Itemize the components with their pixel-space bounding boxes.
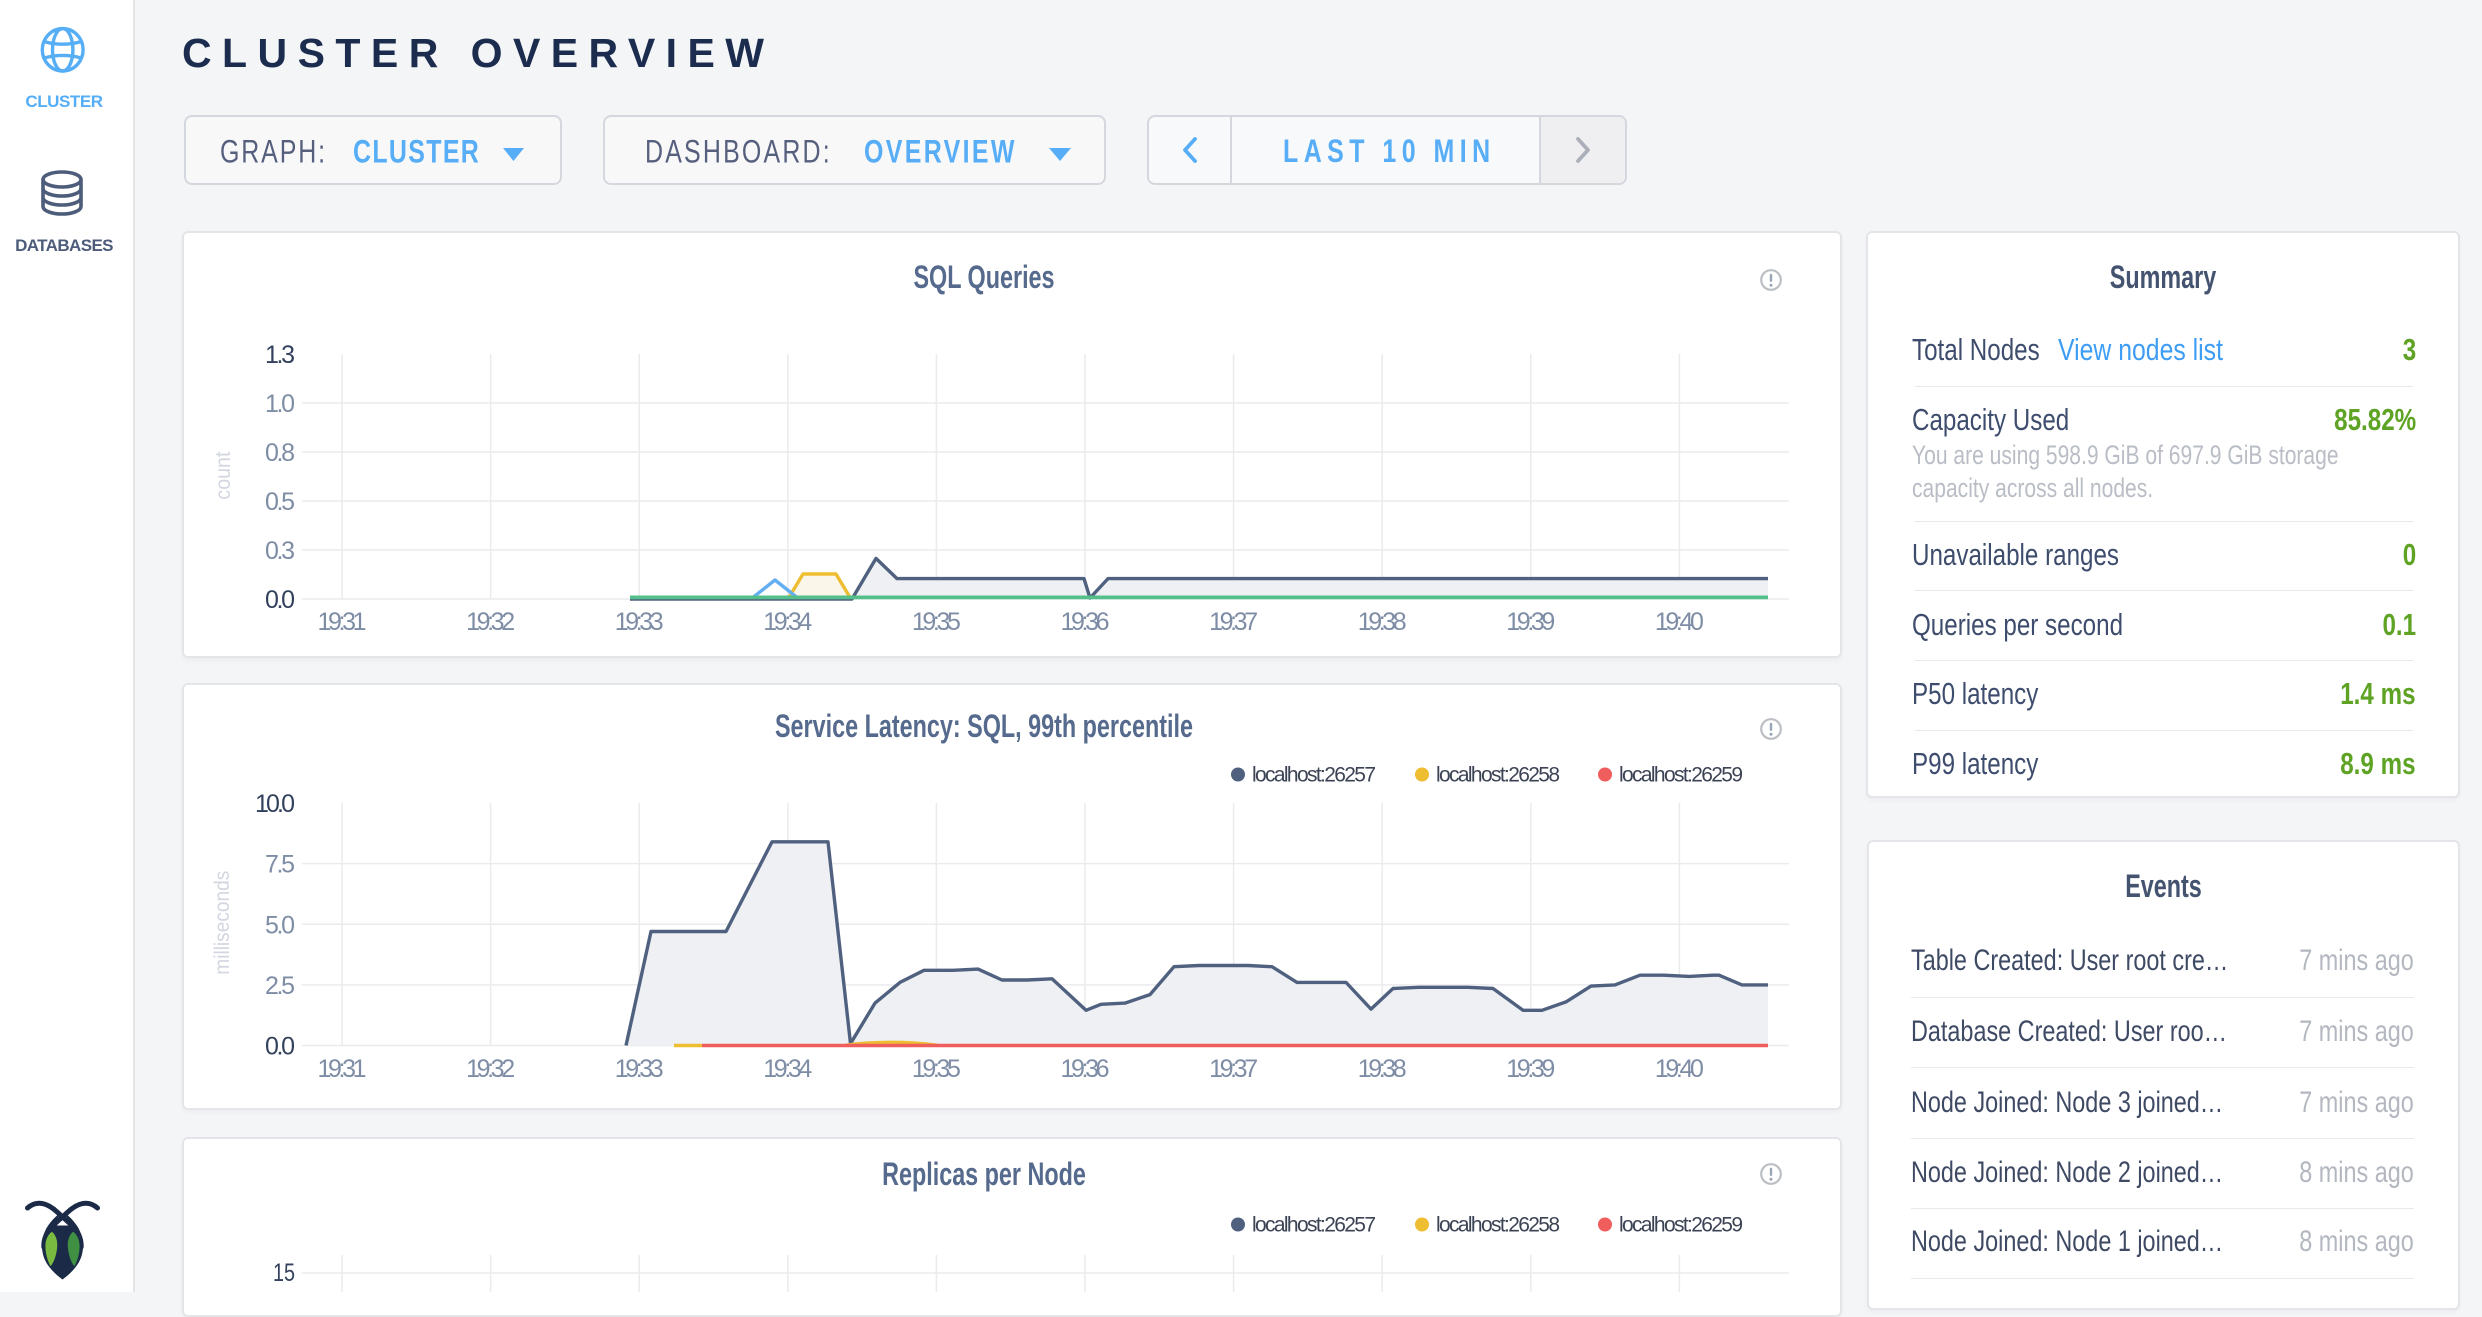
- svg-text:19:37: 19:37: [1209, 1055, 1258, 1083]
- svg-text:19:38: 19:38: [1358, 1055, 1407, 1083]
- svg-text:0.0: 0.0: [265, 586, 295, 614]
- svg-text:19:39: 19:39: [1506, 1055, 1555, 1083]
- svg-text:5.0: 5.0: [265, 911, 295, 939]
- svg-text:19:34: 19:34: [763, 1055, 812, 1083]
- svg-text:19:40: 19:40: [1655, 608, 1704, 636]
- svg-text:localhost:26258: localhost:26258: [1436, 764, 1560, 787]
- svg-text:localhost:26258: localhost:26258: [1436, 1214, 1560, 1237]
- svg-text:19:31: 19:31: [318, 1055, 367, 1083]
- svg-text:1.0: 1.0: [265, 390, 295, 418]
- svg-text:19:38: 19:38: [1358, 608, 1407, 636]
- svg-text:0.8: 0.8: [265, 439, 295, 467]
- svg-text:19:39: 19:39: [1506, 608, 1555, 636]
- svg-text:19:32: 19:32: [466, 1055, 515, 1083]
- svg-text:19:35: 19:35: [912, 608, 961, 636]
- svg-text:19:34: 19:34: [763, 608, 812, 636]
- svg-text:19:36: 19:36: [1061, 1055, 1110, 1083]
- svg-text:localhost:26259: localhost:26259: [1619, 1214, 1743, 1237]
- svg-text:19:35: 19:35: [912, 1055, 961, 1083]
- svg-text:0.3: 0.3: [265, 537, 295, 565]
- svg-text:1.3: 1.3: [265, 341, 295, 369]
- svg-text:count: count: [212, 451, 235, 499]
- svg-text:localhost:26257: localhost:26257: [1252, 764, 1376, 787]
- svg-text:19:37: 19:37: [1209, 608, 1258, 636]
- svg-text:19:40: 19:40: [1655, 1055, 1704, 1083]
- svg-text:2.5: 2.5: [265, 972, 295, 1000]
- svg-text:localhost:26259: localhost:26259: [1619, 764, 1743, 787]
- svg-text:10.0: 10.0: [255, 790, 295, 818]
- svg-text:0.5: 0.5: [265, 488, 295, 516]
- svg-text:19:31: 19:31: [318, 608, 367, 636]
- svg-text:0.0: 0.0: [265, 1033, 295, 1061]
- svg-text:localhost:26257: localhost:26257: [1252, 1214, 1376, 1237]
- svg-text:19:32: 19:32: [466, 608, 515, 636]
- svg-text:19:33: 19:33: [615, 1055, 664, 1083]
- svg-text:19:33: 19:33: [615, 608, 664, 636]
- svg-text:19:36: 19:36: [1061, 608, 1110, 636]
- svg-text:15: 15: [273, 1259, 295, 1287]
- svg-text:milliseconds: milliseconds: [211, 871, 234, 975]
- svg-text:7.5: 7.5: [265, 851, 295, 879]
